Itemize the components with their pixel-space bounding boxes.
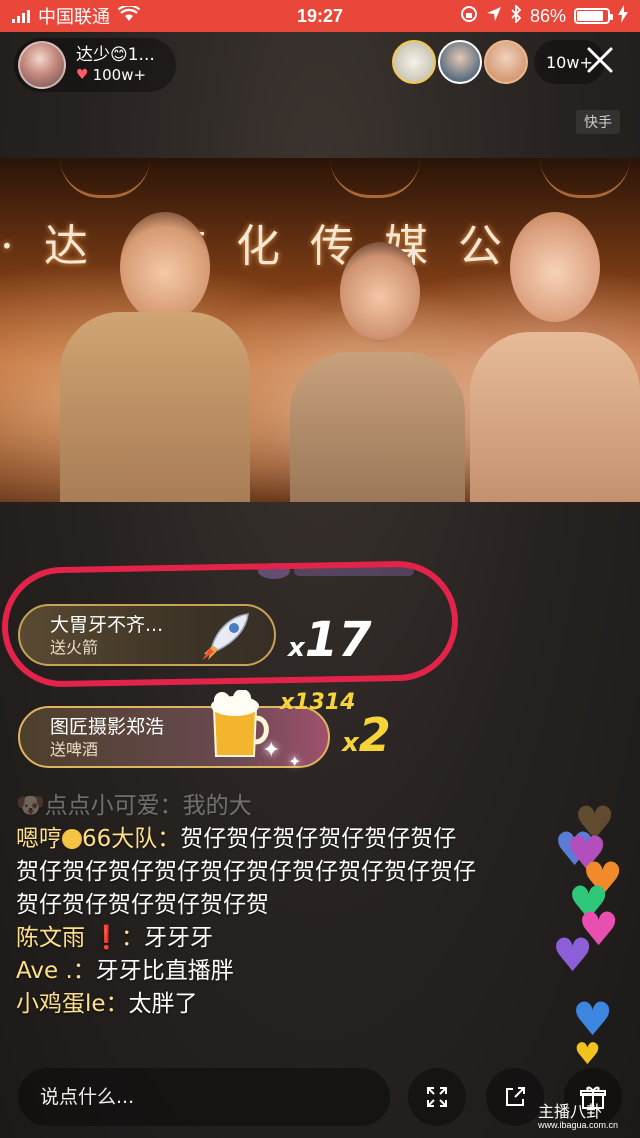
chat-username[interactable]: 小鸡蛋le xyxy=(16,991,106,1017)
viewer-list: 10w+ xyxy=(392,40,605,84)
gift-banner[interactable]: 图匠摄影郑浩 送啤酒 xyxy=(18,706,330,768)
comment-input[interactable]: 说点什么... xyxy=(18,1068,390,1126)
gift-sender: 图匠摄影郑浩 xyxy=(50,716,165,738)
status-time: 19:27 xyxy=(296,5,344,26)
gift-action: 送啤酒 xyxy=(50,739,99,759)
presenter-left xyxy=(40,212,260,502)
presenter-center xyxy=(280,242,470,502)
chat-text: 牙牙比直播胖 xyxy=(95,958,234,984)
live-video[interactable]: ·达 文化传媒公 xyxy=(0,158,640,502)
viewer-avatar[interactable] xyxy=(484,40,528,84)
orientation-lock-icon xyxy=(460,5,478,28)
watermark: 主播八卦 www.ibagua.com.cn xyxy=(538,1102,619,1130)
host-likes: ♥ 100w+ xyxy=(76,66,155,85)
annotation-circle xyxy=(0,560,460,688)
exclamation-icon: ❗ xyxy=(92,925,121,951)
ornament-decoration xyxy=(330,158,420,198)
battery-percent: 86% xyxy=(529,5,566,26)
presenter-right xyxy=(470,212,640,502)
ornament-decoration xyxy=(540,158,630,198)
fullscreen-button[interactable] xyxy=(408,1068,466,1126)
carrier-name: 中国联通 xyxy=(38,7,110,27)
bluetooth-icon xyxy=(510,3,522,28)
battery-level xyxy=(577,11,603,21)
share-icon xyxy=(506,1087,525,1106)
chat-message: 嗯哼 66大队：贺仔贺仔贺仔贺仔贺仔贺仔贺仔贺仔贺仔贺仔贺仔贺仔贺仔贺仔贺仔贺仔贺… xyxy=(16,826,476,918)
wifi-icon xyxy=(117,4,141,27)
heart-icon: ♥ xyxy=(572,992,614,1046)
viewer-avatar[interactable] xyxy=(392,40,436,84)
chat-username[interactable]: 陈文雨 xyxy=(16,925,85,951)
floating-hearts: ♥ ♥ ♥ ♥ ♥ ♥ ♥ ♥ ♥ xyxy=(548,800,638,1070)
chat-feed: 🐶点点小可爱：我的大 嗯哼 66大队：贺仔贺仔贺仔贺仔贺仔贺仔贺仔贺仔贺仔贺仔贺仔… xyxy=(16,790,476,1021)
close-icon xyxy=(587,47,613,73)
sparkle-icon: ✦ xyxy=(262,738,281,763)
heart-icon: ♥ xyxy=(552,928,594,982)
chat-message: 陈文雨 ❗：牙牙牙 xyxy=(16,925,213,951)
close-button[interactable] xyxy=(580,44,620,84)
chat-message: Ave .：牙牙比直播胖 xyxy=(16,958,234,984)
host-name: 达少😊1... xyxy=(76,45,155,65)
host-likes-count: 100w+ xyxy=(92,66,147,85)
battery-icon xyxy=(574,8,613,24)
chat-username[interactable]: Ave . xyxy=(16,958,73,984)
charging-icon xyxy=(618,4,628,28)
signal-icon xyxy=(12,9,30,23)
status-bar: 中国联通 19:27 86% xyxy=(0,0,640,32)
chat-text: 太胖了 xyxy=(128,991,198,1017)
expand-icon xyxy=(427,1087,447,1107)
host-avatar[interactable] xyxy=(18,41,66,89)
heart-icon: ♥ xyxy=(574,1037,601,1072)
chat-username[interactable]: 嗯哼 xyxy=(16,826,62,852)
money-face-icon xyxy=(62,829,82,849)
user-badge-icon: 🐶 xyxy=(16,793,45,819)
ornament-decoration xyxy=(60,158,150,198)
gift-combo: x2 xyxy=(342,708,391,762)
share-button[interactable] xyxy=(486,1068,544,1126)
viewer-avatar[interactable] xyxy=(438,40,482,84)
chat-message: 小鸡蛋le：太胖了 xyxy=(16,991,198,1017)
host-info[interactable]: 达少😊1... ♥ 100w+ xyxy=(14,38,176,92)
platform-tag: 快手 xyxy=(576,110,620,134)
chat-message: 🐶点点小可爱：我的大 xyxy=(16,793,252,819)
heart-icon: ♥ xyxy=(76,66,89,83)
chat-text: 牙牙牙 xyxy=(143,925,213,951)
sparkle-icon: ✦ xyxy=(288,752,302,771)
location-icon xyxy=(486,6,502,27)
